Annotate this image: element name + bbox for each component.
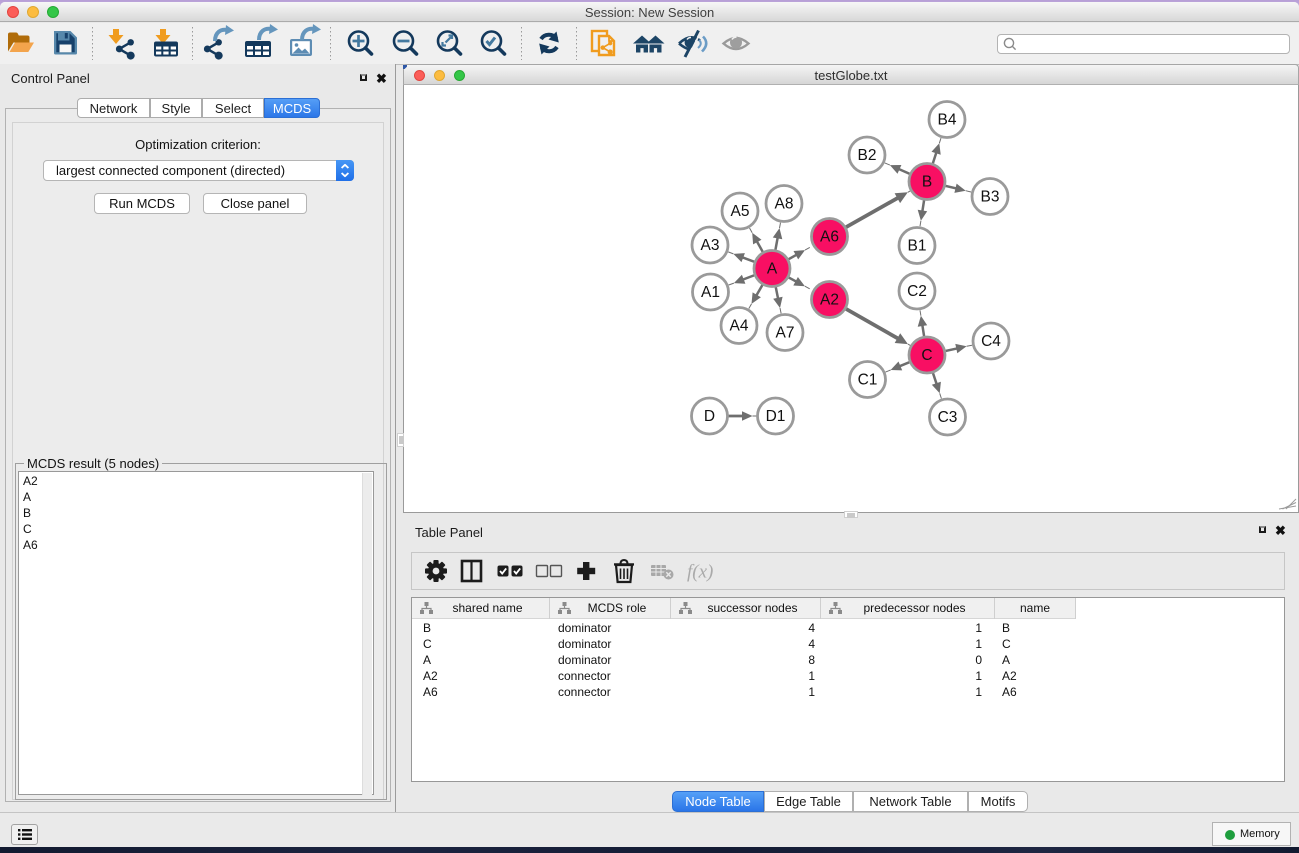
svg-text:A6: A6 <box>820 229 839 246</box>
svg-text:A: A <box>767 261 778 278</box>
svg-text:D1: D1 <box>766 408 786 425</box>
svg-text:B2: B2 <box>858 147 877 164</box>
svg-text:f(x): f(x) <box>687 562 713 583</box>
svg-text:A5: A5 <box>731 203 750 220</box>
svg-text:C3: C3 <box>938 409 958 426</box>
svg-text:A4: A4 <box>730 318 749 335</box>
svg-text:B4: B4 <box>938 112 957 129</box>
svg-text:A3: A3 <box>701 237 720 254</box>
svg-text:B: B <box>922 174 932 191</box>
svg-text:C1: C1 <box>858 372 878 389</box>
svg-text:C: C <box>921 347 932 364</box>
svg-text:A7: A7 <box>776 325 795 342</box>
svg-text:D: D <box>704 408 715 425</box>
svg-text:A8: A8 <box>775 196 794 213</box>
svg-text:C2: C2 <box>907 283 927 300</box>
svg-text:B1: B1 <box>908 238 927 255</box>
svg-text:A2: A2 <box>820 292 839 309</box>
svg-text:C4: C4 <box>981 333 1001 350</box>
svg-text:B3: B3 <box>981 189 1000 206</box>
svg-text:A1: A1 <box>701 284 720 301</box>
